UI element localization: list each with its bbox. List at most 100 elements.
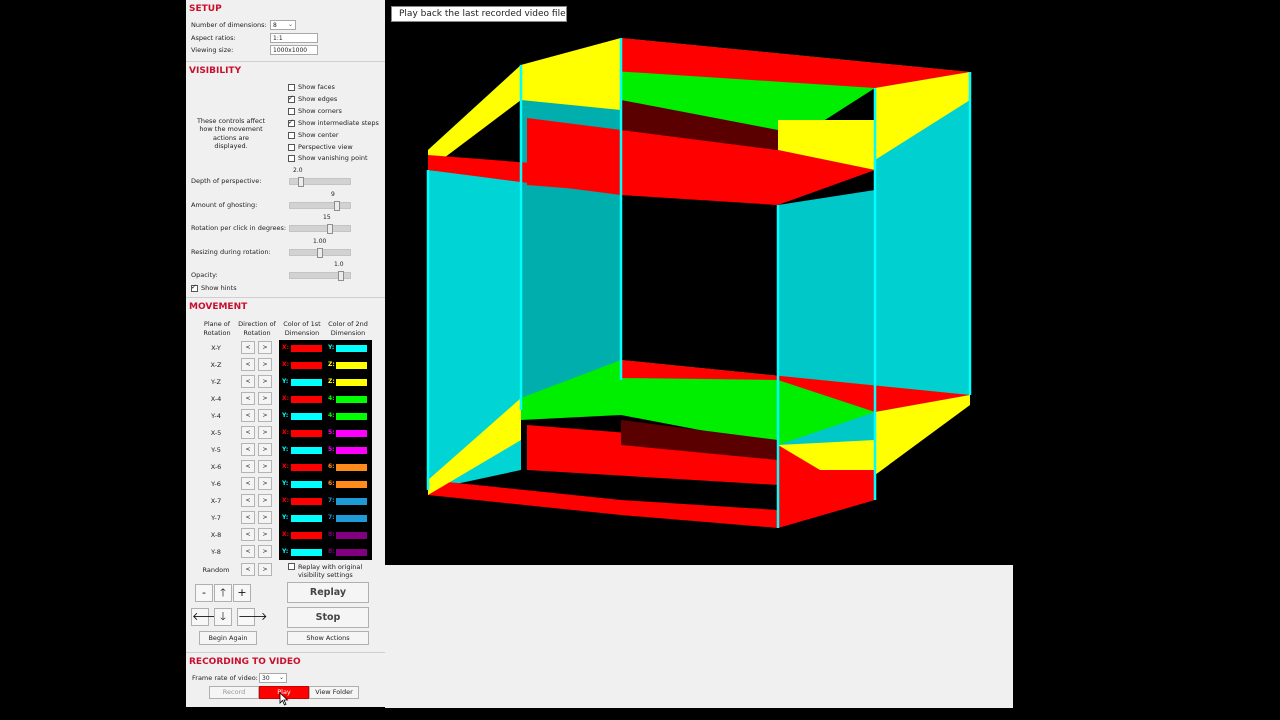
rotate-left-button[interactable]: < <box>241 375 255 388</box>
minus-button[interactable]: - <box>195 584 213 602</box>
rotate-right-button[interactable]: > <box>258 341 272 354</box>
frame-rate-select[interactable]: 30 ⌄ <box>259 673 287 683</box>
right-arrow-button[interactable]: 🡒 <box>237 608 268 626</box>
slider-track[interactable] <box>289 177 351 187</box>
show-actions-button[interactable]: Show Actions <box>287 631 369 645</box>
rotate-right-button[interactable]: > <box>258 392 272 405</box>
aspect-field[interactable]: 1:1 <box>270 33 318 43</box>
stop-button[interactable]: Stop <box>287 607 369 628</box>
slider-track[interactable] <box>289 271 351 281</box>
rotate-left-button[interactable]: < <box>241 426 255 439</box>
replay-button[interactable]: Replay <box>287 582 369 603</box>
dimension-tag: X: <box>282 344 290 351</box>
section-divider <box>186 61 385 62</box>
show-hints-checkbox[interactable]: Show hints <box>191 283 237 292</box>
color2-header: Color of 2nd Dimension <box>328 320 368 337</box>
rotate-right-button[interactable]: > <box>258 494 272 507</box>
up-arrow-button[interactable]: 🡑 <box>214 584 232 602</box>
slider-label: Depth of perspective: <box>191 177 262 185</box>
rotate-left-button[interactable]: < <box>241 545 255 558</box>
replay-original-checkbox[interactable]: Replay with original visibility settings <box>288 563 368 579</box>
rotate-right-button[interactable]: > <box>258 545 272 558</box>
dimension-tag: Z: <box>328 361 335 368</box>
plane-header: Plane of Rotation <box>203 320 231 337</box>
begin-again-button[interactable]: Begin Again <box>199 631 257 645</box>
random-right-button[interactable]: > <box>258 563 272 576</box>
rotate-left-button[interactable]: < <box>241 494 255 507</box>
color-swatch <box>291 430 322 437</box>
slider-thumb[interactable] <box>317 248 323 258</box>
rotate-left-button[interactable]: < <box>241 392 255 405</box>
view-folder-button[interactable]: View Folder <box>309 686 359 699</box>
rotate-right-button[interactable]: > <box>258 426 272 439</box>
slider-thumb[interactable] <box>338 271 344 281</box>
render-viewport[interactable] <box>385 0 1013 565</box>
slider-value: 15 <box>323 214 331 221</box>
left-arrow-button[interactable]: 🡐 <box>191 608 222 626</box>
rotate-left-button[interactable]: < <box>241 409 255 422</box>
checkbox-icon <box>288 107 295 115</box>
visibility-checkbox[interactable]: Show center <box>288 131 339 139</box>
dimension-tag: X: <box>282 497 290 504</box>
visibility-checkbox[interactable]: Show intermediate steps <box>288 118 379 127</box>
rotate-left-button[interactable]: < <box>241 443 255 456</box>
control-panel: SETUP Number of dimensions: 8 ⌄ Aspect r… <box>186 0 385 707</box>
dimensions-label: Number of dimensions: <box>191 21 267 29</box>
plane-label: Y-4 <box>211 412 221 420</box>
viewing-size-field[interactable]: 1000x1000 <box>270 45 318 55</box>
slider-track[interactable] <box>289 201 351 211</box>
slider-label: Amount of ghosting: <box>191 201 258 209</box>
down-arrow-button[interactable]: 🡓 <box>214 608 232 626</box>
rotate-right-button[interactable]: > <box>258 443 272 456</box>
color-swatch <box>291 379 322 386</box>
replay-original-label: Replay with original visibility settings <box>298 563 363 579</box>
checkbox-label: Show edges <box>298 95 338 103</box>
record-button[interactable]: Record <box>209 686 259 699</box>
visibility-checkbox[interactable]: Perspective view <box>288 143 353 151</box>
visibility-hint-text: These controls affect how the movement a… <box>196 117 266 150</box>
slider-track[interactable] <box>289 224 351 234</box>
color-swatch <box>336 532 367 539</box>
rotate-left-button[interactable]: < <box>241 341 255 354</box>
rotate-left-button[interactable]: < <box>241 477 255 490</box>
random-label: Random <box>202 566 230 574</box>
visibility-checkbox[interactable]: Show edges <box>288 94 338 103</box>
color-swatch <box>336 498 367 505</box>
color-swatch <box>291 396 322 403</box>
rotate-right-button[interactable]: > <box>258 409 272 422</box>
checkbox-label: Show center <box>298 131 339 139</box>
rotate-left-button[interactable]: < <box>241 460 255 473</box>
slider-thumb[interactable] <box>298 177 304 187</box>
rotate-left-button[interactable]: < <box>241 511 255 524</box>
rotate-right-button[interactable]: > <box>258 477 272 490</box>
visibility-checkbox[interactable]: Show corners <box>288 107 342 115</box>
visibility-title: VISIBILITY <box>189 66 242 76</box>
rotate-left-button[interactable]: < <box>241 358 255 371</box>
dimension-tag: 4: <box>328 395 335 402</box>
color-swatch <box>336 396 367 403</box>
visibility-checkbox[interactable]: Show vanishing point <box>288 154 368 162</box>
rotate-left-button[interactable]: < <box>241 528 255 541</box>
dimension-tag: Y: <box>282 378 289 385</box>
color-swatch <box>336 345 367 352</box>
rotate-right-button[interactable]: > <box>258 358 272 371</box>
color-swatch <box>291 362 322 369</box>
plane-label: X-5 <box>210 429 222 437</box>
rotate-right-button[interactable]: > <box>258 375 272 388</box>
plus-button[interactable]: + <box>233 584 251 602</box>
rotate-right-button[interactable]: > <box>258 528 272 541</box>
slider-track[interactable] <box>289 248 351 258</box>
slider-thumb[interactable] <box>334 201 340 211</box>
slider-thumb[interactable] <box>327 224 333 234</box>
checkbox-icon <box>191 283 198 292</box>
dimensions-select[interactable]: 8 ⌄ <box>270 20 296 30</box>
dimension-tag: Y: <box>282 480 289 487</box>
rotate-right-button[interactable]: > <box>258 511 272 524</box>
visibility-checkbox[interactable]: Show faces <box>288 83 335 91</box>
color-swatch <box>291 447 322 454</box>
random-left-button[interactable]: < <box>241 563 255 576</box>
color-swatch <box>336 362 367 369</box>
status-area <box>385 565 1013 708</box>
rotate-right-button[interactable]: > <box>258 460 272 473</box>
checkbox-icon <box>288 154 295 162</box>
